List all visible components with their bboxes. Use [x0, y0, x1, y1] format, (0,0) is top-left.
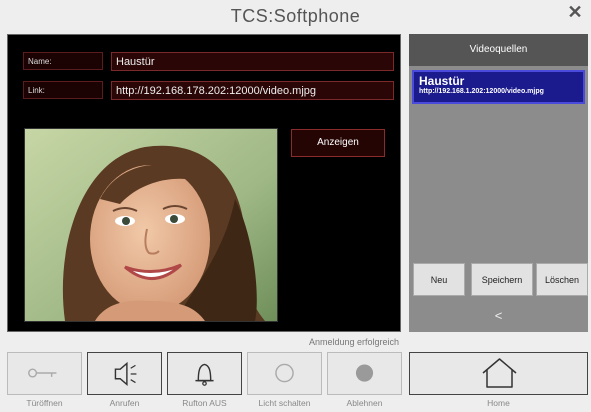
home-button[interactable]	[409, 352, 588, 395]
door-open-button[interactable]	[7, 352, 82, 395]
speaker-icon	[114, 361, 137, 387]
video-preview	[24, 128, 278, 322]
dot-icon	[355, 364, 374, 382]
video-source-url: http://192.168.1.202:12000/video.mjpg	[419, 88, 544, 95]
ringtone-off-label: Rufton AUS	[182, 398, 227, 408]
title-bar: TCS:Softphone ✕	[0, 0, 591, 34]
bell-icon	[195, 363, 214, 386]
home-label: Home	[487, 398, 510, 408]
door-open-label: Türöffnen	[26, 398, 63, 408]
video-source-item[interactable]: Haustür http://192.168.1.202:12000/video…	[412, 70, 585, 104]
decline-button[interactable]	[327, 352, 402, 395]
save-button[interactable]: Speichern	[471, 263, 533, 296]
link-label: Link:	[23, 81, 103, 99]
ringtone-off-button[interactable]	[167, 352, 242, 395]
video-settings-panel: Name: Link:	[7, 34, 401, 332]
video-sources-panel: Videoquellen Haustür http://192.168.1.20…	[409, 34, 588, 332]
link-input[interactable]	[111, 81, 394, 100]
back-button[interactable]: <	[409, 302, 588, 330]
light-label: Licht schalten	[258, 398, 311, 408]
key-icon	[28, 368, 57, 378]
decline-label: Ablehnen	[346, 398, 383, 408]
call-button[interactable]	[87, 352, 162, 395]
light-button[interactable]	[247, 352, 322, 395]
home-icon	[482, 358, 517, 388]
name-row: Name:	[18, 52, 394, 72]
show-button[interactable]: Anzeigen	[291, 129, 385, 157]
status-text: Anmeldung erfolgreich	[308, 337, 399, 347]
delete-button[interactable]: Löschen	[536, 263, 588, 296]
name-input[interactable]	[111, 52, 394, 71]
link-row: Link:	[18, 81, 394, 101]
circle-icon	[275, 363, 294, 383]
app-title: TCS:Softphone	[230, 6, 361, 26]
new-button[interactable]: Neu	[413, 263, 465, 296]
name-label: Name:	[23, 52, 103, 70]
video-source-name: Haustür	[419, 74, 465, 88]
call-label: Anrufen	[109, 398, 140, 408]
video-sources-header: Videoquellen	[409, 34, 588, 66]
close-icon[interactable]: ✕	[565, 2, 585, 22]
